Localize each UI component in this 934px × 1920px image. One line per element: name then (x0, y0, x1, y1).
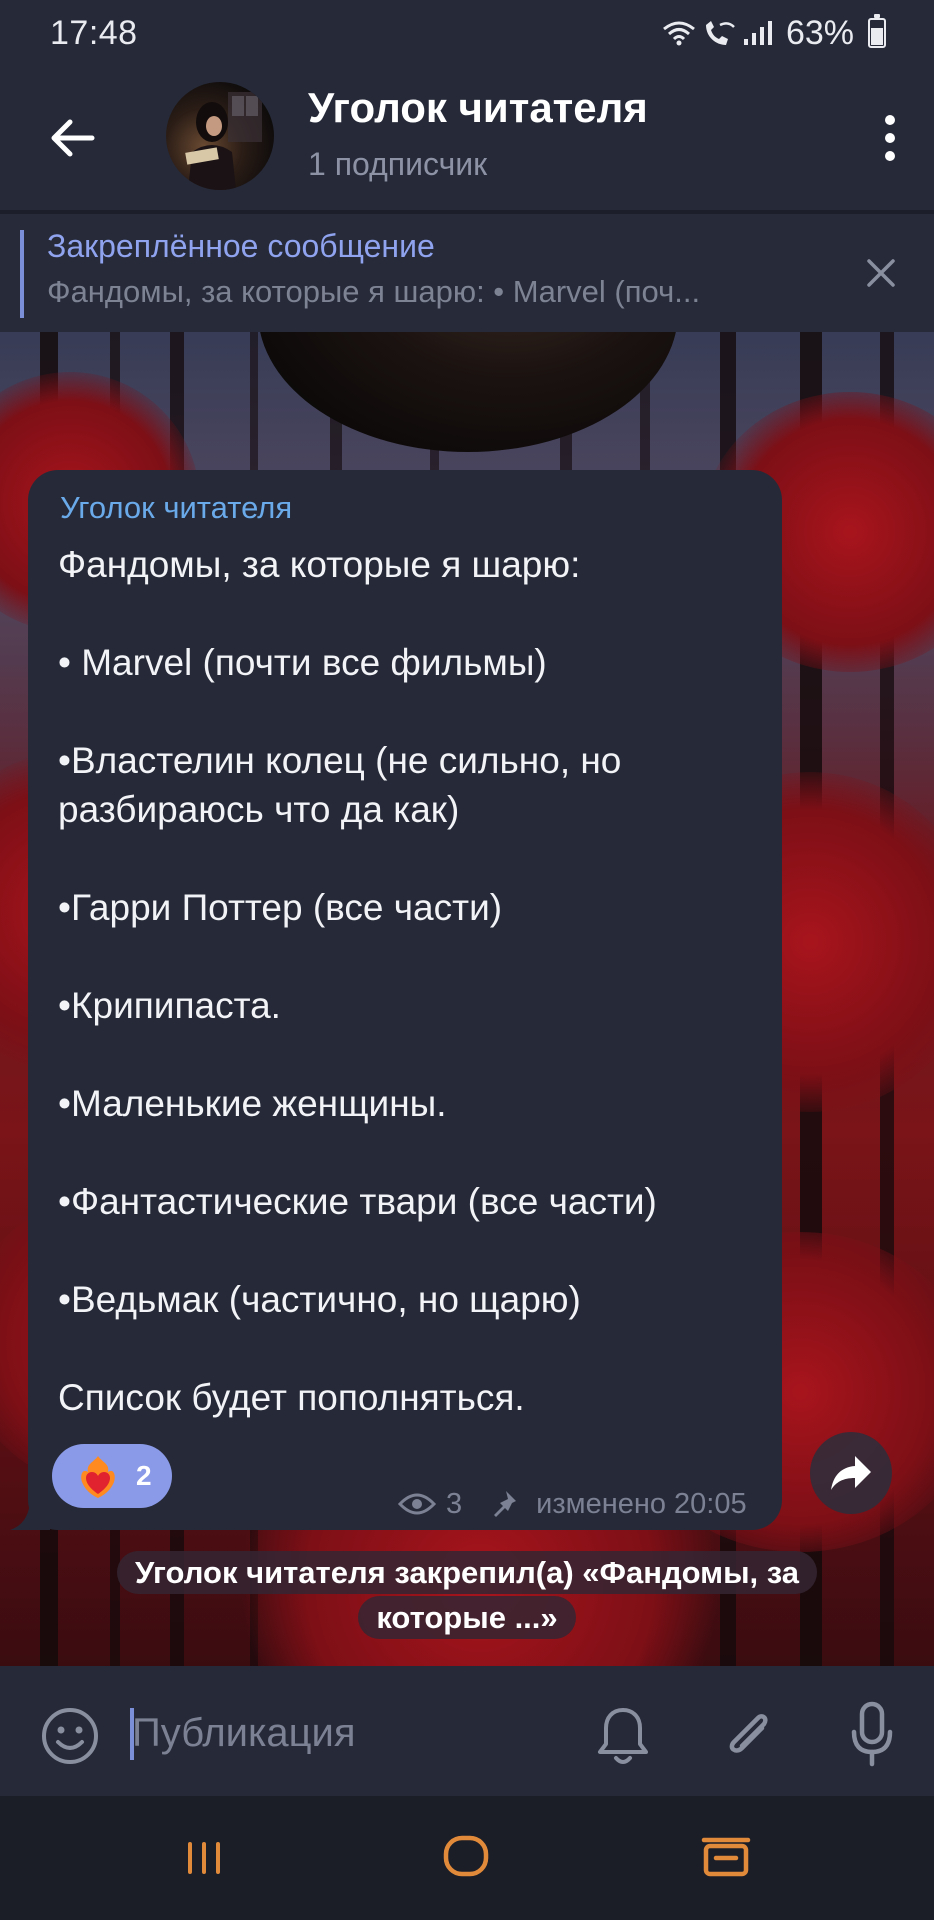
status-bar: 17:48 63% (0, 0, 934, 66)
attach-button[interactable] (718, 1702, 778, 1768)
message-line: Фандомы, за которые я шарю: (58, 544, 581, 585)
service-message-text: Уголок читателя закрепил(а) «Фандомы, за… (116, 1551, 818, 1639)
pinned-accent-line (20, 230, 24, 318)
pinned-message-bar[interactable]: Закреплённое сообщение Фандомы, за котор… (0, 214, 934, 332)
more-dot-icon (885, 115, 895, 125)
more-dot-icon (885, 151, 895, 161)
status-icons (662, 19, 776, 47)
status-right: 63% (662, 14, 886, 53)
channel-avatar[interactable] (166, 82, 274, 190)
message-meta: 3 изменено 20:05 (398, 1484, 747, 1524)
reaction-chip[interactable]: 2 (52, 1444, 172, 1508)
more-options-button[interactable] (862, 106, 918, 170)
forward-button[interactable] (810, 1432, 892, 1514)
back-arrow-icon (51, 119, 95, 157)
message-line: •Ведьмак (частично, но щарю) (58, 1279, 581, 1320)
battery-icon (868, 14, 886, 48)
wifi-icon (663, 21, 695, 46)
battery-percent: 63% (785, 13, 854, 52)
message-line: • Marvel (почти все фильмы) (58, 642, 547, 683)
share-arrow-icon (831, 1456, 871, 1490)
message-line: •Властелин колец (не сильно, но (58, 740, 622, 781)
views-count: 3 (446, 1487, 463, 1520)
pinned-title: Закреплённое сообщение (47, 228, 435, 264)
message-line: •Фантастические твари (все части) (58, 1181, 657, 1222)
recent-apps-icon[interactable] (184, 1838, 224, 1878)
back-nav-icon[interactable] (700, 1836, 752, 1880)
heart-on-fire-icon (81, 1456, 115, 1498)
pinned-preview: Фандомы, за которые я шарю: • Marvel (по… (47, 274, 701, 309)
composer-bar (0, 1666, 934, 1796)
subscriber-count: 1 подписчик (308, 146, 488, 182)
avatar-image (185, 92, 262, 190)
message-input[interactable] (132, 1702, 552, 1764)
system-nav-bar (0, 1796, 934, 1920)
signal-icon (743, 21, 772, 45)
reaction-count: 2 (136, 1460, 152, 1491)
chat-header: Уголок читателя 1 подписчик (0, 66, 934, 210)
views-eye-icon (398, 1493, 436, 1515)
bubble-tail (10, 1502, 50, 1530)
notification-bell-button[interactable] (594, 1704, 652, 1768)
unpin-close-button[interactable] (858, 250, 904, 296)
status-time: 17:48 (50, 13, 138, 52)
home-icon[interactable] (442, 1832, 490, 1880)
pin-icon (494, 1491, 517, 1517)
emoji-button[interactable] (40, 1706, 100, 1766)
message-line: •Крипипаста. (58, 985, 281, 1026)
message-text: Фандомы, за которые я шарю: • Marvel (по… (58, 540, 758, 1422)
message-line: •Гарри Поттер (все части) (58, 887, 503, 928)
message-line: разбираюсь что да как) (58, 789, 460, 830)
channel-title[interactable]: Уголок читателя (308, 84, 648, 132)
wifi-call-icon (705, 21, 735, 45)
service-message: Уголок читателя закрепил(а) «Фандомы, за… (68, 1550, 866, 1650)
message-author[interactable]: Уголок читателя (60, 490, 292, 526)
edited-label: изменено 20:05 (536, 1487, 747, 1520)
message-line: •Маленькие женщины. (58, 1083, 447, 1124)
more-dot-icon (885, 133, 895, 143)
message-line: Список будет пополняться. (58, 1377, 525, 1418)
back-button[interactable] (40, 110, 104, 166)
microphone-button[interactable] (848, 1700, 896, 1770)
close-icon (867, 259, 895, 287)
